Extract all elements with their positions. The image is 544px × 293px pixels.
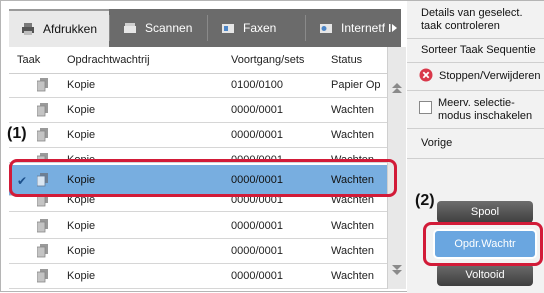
table-row[interactable]: Kopie 0000/0001 Wachten [9, 98, 387, 123]
column-header-job: Taak [17, 54, 41, 66]
job-name: Kopie [67, 174, 96, 186]
job-status: Wachten [331, 245, 375, 257]
column-header-progress: Voortgang/sets [231, 54, 305, 66]
spool-label: Spool [470, 206, 500, 218]
job-status: Papier Op [331, 79, 381, 91]
table-row[interactable]: Kopie 0000/0001 Wachten [9, 148, 387, 163]
job-name: Kopie [67, 245, 96, 257]
job-status: Wachten [331, 174, 375, 186]
chevron-right-icon[interactable] [385, 9, 401, 47]
table-row[interactable]: Kopie 0000/0001 Wachten [9, 239, 387, 264]
completed-button[interactable]: Voltooid [437, 264, 533, 286]
job-status: Wachten [331, 104, 375, 116]
callout-label-1: (1) [7, 125, 27, 142]
previous-button[interactable]: Vorige [407, 129, 544, 159]
copy-document-icon [36, 128, 49, 142]
column-header-queue: Opdrachtwachtrij [67, 54, 150, 66]
copy-document-icon [36, 153, 49, 162]
job-progress: 0000/0001 [231, 104, 283, 116]
job-status: Wachten [331, 154, 375, 163]
job-status: Wachten [331, 270, 375, 282]
completed-label: Voltooid [465, 269, 505, 281]
job-progress: 0000/0001 [231, 270, 283, 282]
job-name: Kopie [67, 220, 96, 232]
job-progress: 0100/0100 [231, 79, 283, 91]
spool-button[interactable]: Spool [437, 201, 533, 223]
job-status: Wachten [331, 129, 375, 141]
job-name: Kopie [67, 154, 96, 163]
table-row-selected[interactable]: ✔ Kopie 0000/0001 Wachten [9, 165, 387, 196]
tab-faxen[interactable]: Faxen [209, 9, 305, 47]
job-progress: 0000/0001 [231, 154, 283, 163]
callout-label-2: (2) [415, 192, 435, 209]
multi-select-toggle[interactable]: Meerv. selectie-modus inschakelen [407, 91, 544, 129]
internet-fax-icon [319, 21, 333, 35]
job-status: Wachten [331, 197, 375, 206]
previous-label: Vorige [421, 137, 453, 149]
copy-document-icon [36, 244, 49, 258]
tab-label: Faxen [243, 21, 277, 35]
job-name: Kopie [67, 270, 96, 282]
copy-document-icon [36, 103, 49, 117]
job-status-screen: Afdrukken Scannen Faxen Internetfax Taak… [0, 0, 544, 293]
tab-afdrukken[interactable]: Afdrukken [9, 9, 109, 47]
stop-icon [419, 68, 433, 86]
copy-document-icon [36, 197, 49, 207]
tab-label: Afdrukken [43, 22, 98, 36]
checkmark-icon: ✔ [17, 174, 28, 188]
fax-icon [221, 21, 235, 35]
checkbox-icon [419, 101, 432, 118]
job-progress: 0000/0001 [231, 197, 283, 206]
copy-document-icon [36, 78, 49, 92]
table-row[interactable]: Kopie 0000/0001 Wachten [9, 264, 387, 289]
job-status: Wachten [331, 220, 375, 232]
job-queue-label: Opdr.Wachtr [454, 238, 516, 250]
job-queue-button[interactable]: Opdr.Wachtr [433, 229, 537, 259]
scroll-up-icon[interactable] [388, 77, 406, 99]
table-row[interactable]: Kopie 0000/0001 Wachten [9, 197, 387, 212]
copy-document-icon [36, 219, 49, 233]
table-row[interactable]: Kopie 0000/0001 Wachten [9, 214, 387, 239]
stop-delete-button[interactable]: Stoppen/Verwijderen [407, 63, 544, 91]
copy-document-icon [36, 269, 49, 283]
column-header-status: Status [331, 54, 363, 66]
action-panel: Details van geselect. taak controleren S… [407, 1, 544, 293]
details-button[interactable]: Details van geselect. taak controleren [407, 1, 544, 39]
stop-delete-label: Stoppen/Verwijderen [439, 70, 541, 82]
scroll-down-icon[interactable] [388, 259, 406, 281]
sort-sequence-button[interactable]: Sorteer Taak Sequentie [407, 39, 544, 63]
multi-select-label: Meerv. selectie-modus inschakelen [438, 96, 533, 122]
job-progress: 0000/0001 [231, 245, 283, 257]
table-header: Taak Opdrachtwachtrij Voortgang/sets Sta… [9, 47, 387, 74]
tab-internetfax[interactable]: Internetfax [307, 9, 398, 47]
sort-label: Sorteer Taak Sequentie [421, 44, 536, 56]
printer-icon [21, 22, 35, 36]
copy-document-icon [36, 173, 49, 187]
job-table: Taak Opdrachtwachtrij Voortgang/sets Sta… [9, 47, 387, 289]
job-name: Kopie [67, 104, 96, 116]
table-scrollbar[interactable] [387, 47, 406, 289]
job-progress: 0000/0001 [231, 129, 283, 141]
job-name: Kopie [67, 197, 96, 206]
job-progress: 0000/0001 [231, 220, 283, 232]
tab-bar: Afdrukken Scannen Faxen Internetfax [9, 9, 401, 47]
details-label: Details van geselect. taak controleren [421, 6, 523, 32]
job-name: Kopie [67, 129, 96, 141]
table-row[interactable]: Kopie 0000/0001 Wachten [9, 123, 387, 148]
job-name: Kopie [67, 79, 96, 91]
scanner-icon [123, 21, 137, 35]
table-row[interactable]: Kopie 0100/0100 Papier Op [9, 73, 387, 98]
tab-scannen[interactable]: Scannen [111, 9, 207, 47]
tab-label: Scannen [145, 21, 193, 35]
job-progress: 0000/0001 [231, 174, 283, 186]
